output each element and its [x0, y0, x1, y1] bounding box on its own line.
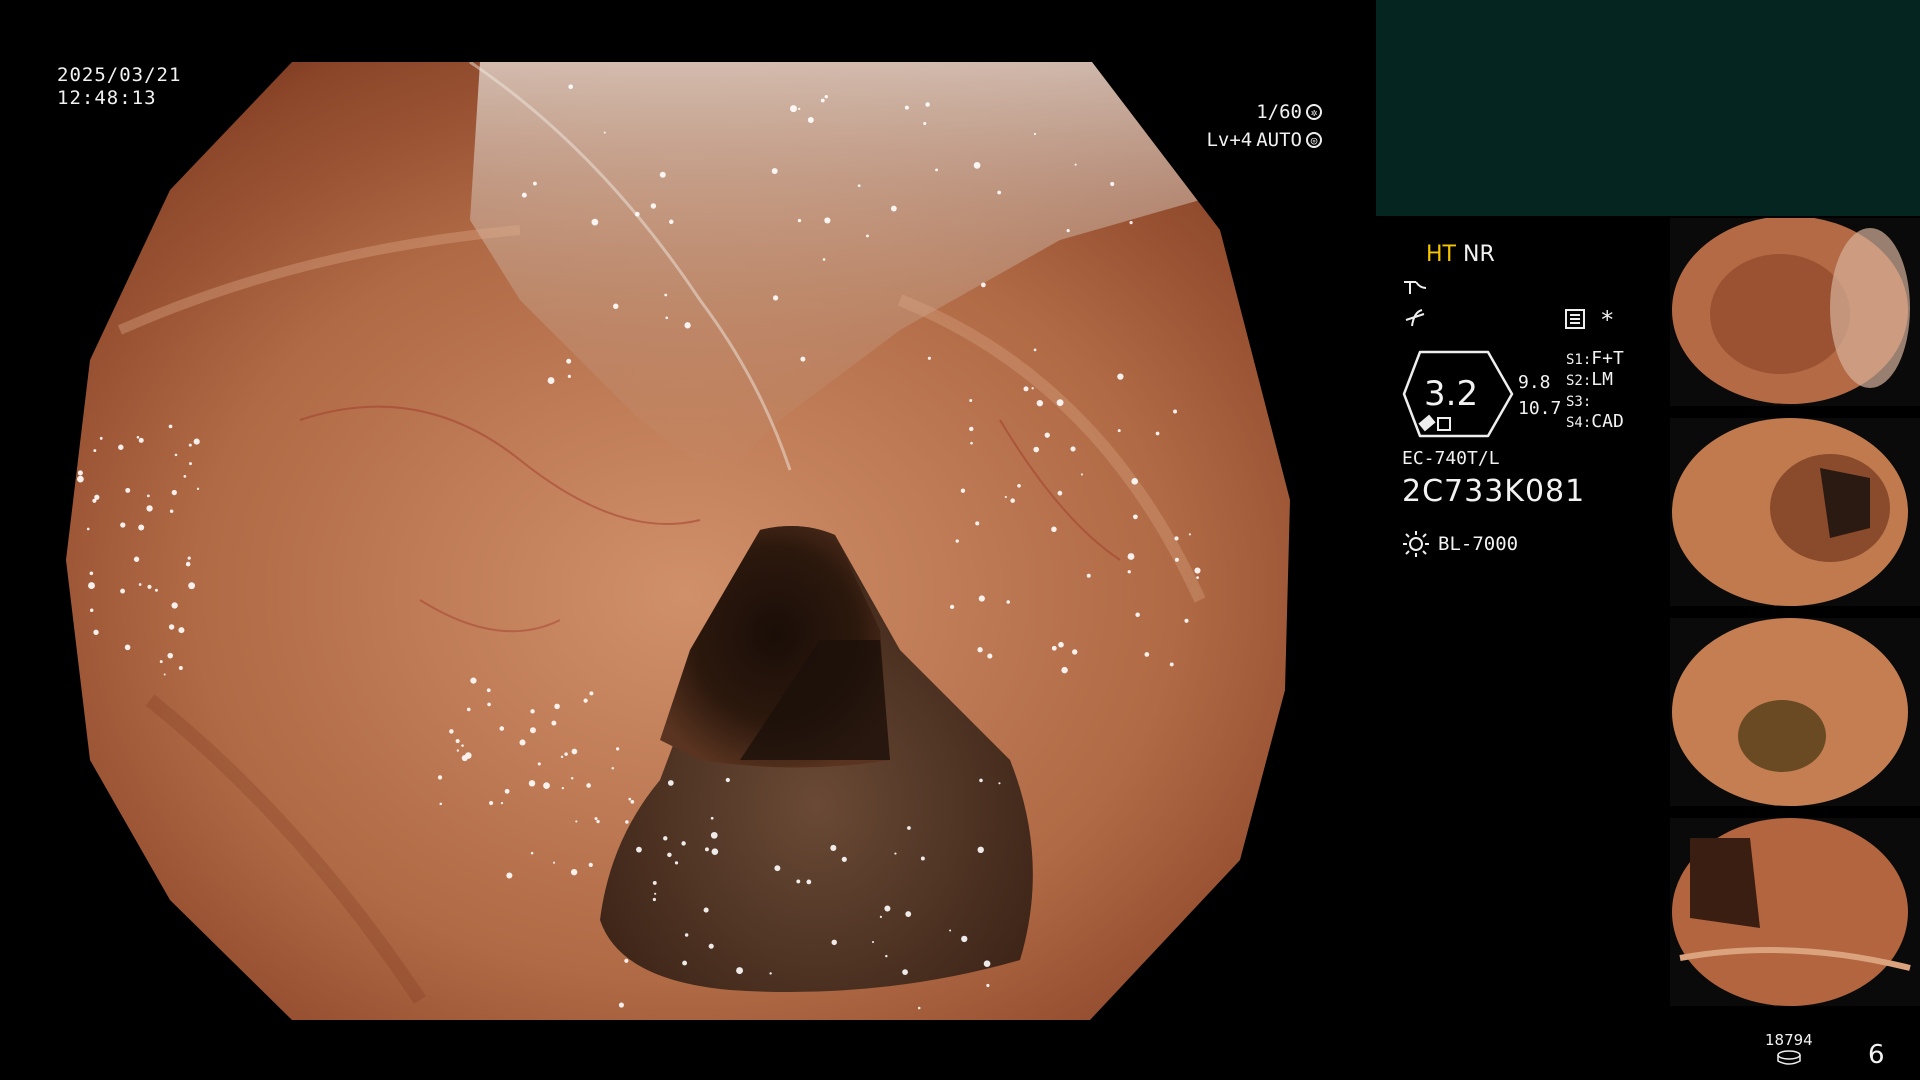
- thumbnail-image: [1670, 618, 1920, 806]
- value-b: 10.7: [1518, 398, 1562, 419]
- capture-thumbnail[interactable]: [1670, 418, 1920, 606]
- ht-label: HT: [1426, 242, 1456, 267]
- s2-value: LM: [1591, 369, 1613, 390]
- disk-icon: [1777, 1050, 1801, 1065]
- memory-icon: [1565, 309, 1585, 329]
- shutter-icon: ✲: [1306, 104, 1322, 120]
- thumbnail-image: [1670, 418, 1920, 606]
- scope-model: EC-740T/L: [1402, 448, 1500, 469]
- s4-label: S4:: [1566, 415, 1592, 431]
- capture-thumbnail[interactable]: [1670, 218, 1920, 406]
- date-text: 2025/03/21: [57, 64, 182, 86]
- scope-info-panel: HT NR * 3.2 9.8 10.7 S1:F+T S2:LM S3: S4…: [1390, 230, 1690, 570]
- s4-value: CAD: [1591, 411, 1624, 432]
- sun-icon: [1403, 531, 1429, 557]
- value-a: 9.8: [1518, 372, 1551, 393]
- zoom-value: 3.2: [1424, 374, 1479, 414]
- light-source-label: BL-7000: [1438, 533, 1519, 555]
- shutter-text: 1/60: [1256, 101, 1302, 123]
- page-number: 6: [1868, 1040, 1885, 1070]
- exposure-overlay: 1/60 ✲ Lv+4 AUTO ◎: [1206, 98, 1322, 154]
- s3-label: S3:: [1566, 394, 1592, 410]
- star-label: *: [1600, 306, 1615, 334]
- light-source: BL-7000: [1402, 530, 1518, 558]
- image-count: 18794: [1765, 1031, 1813, 1049]
- mode-text: AUTO: [1256, 129, 1302, 151]
- endoscope-view: 2025/03/21 12:48:13 1/60 ✲ Lv+4 AUTO ◎: [0, 0, 1370, 1080]
- processing-tags: HT NR: [1426, 242, 1495, 267]
- nr-label: NR: [1462, 242, 1495, 267]
- capture-thumbnail[interactable]: [1670, 618, 1920, 806]
- thumbnail-image: [1670, 218, 1920, 406]
- auto-iris-icon: ◎: [1306, 132, 1322, 148]
- thumbnail-image: [1670, 818, 1920, 1006]
- s1-label: S1:: [1566, 352, 1592, 368]
- switch-list: S1:F+T S2:LM S3: S4:CAD: [1566, 348, 1624, 432]
- endoscope-image: [66, 62, 1290, 1020]
- s1-value: F+T: [1591, 348, 1624, 369]
- s2-label: S2:: [1566, 373, 1592, 389]
- time-text: 12:48:13: [57, 87, 157, 109]
- structure-icon: [1404, 281, 1427, 294]
- status-panel-top: [1376, 0, 1920, 216]
- color-icon: [1405, 309, 1425, 327]
- scope-serial: 2C733K081: [1402, 474, 1586, 509]
- capture-thumbnail[interactable]: [1670, 818, 1920, 1006]
- level-text: Lv+4: [1206, 129, 1253, 151]
- datetime-overlay: 2025/03/21 12:48:13: [57, 64, 181, 110]
